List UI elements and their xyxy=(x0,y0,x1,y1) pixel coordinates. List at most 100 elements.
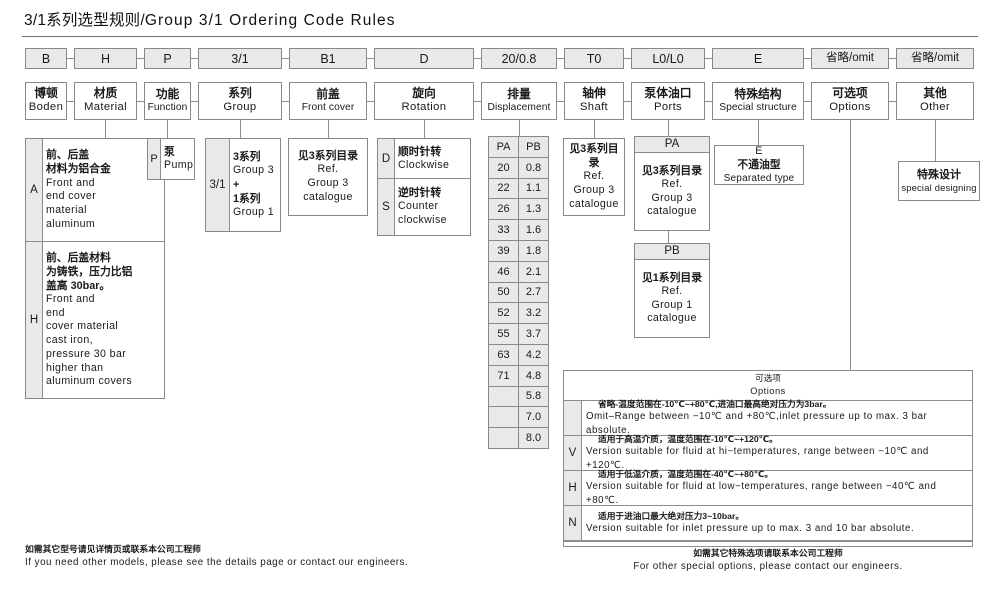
options-table-footer-cn: 如需其它特殊选项请联系本公司工程师 xyxy=(693,548,843,559)
field-other: 其他 Other xyxy=(896,82,974,120)
field-special-structure-en: Special structure xyxy=(719,101,797,113)
field-boden: 博顿 Boden xyxy=(25,82,67,120)
field-displacement-cn: 排量 xyxy=(507,87,531,102)
options-row-code: V xyxy=(564,436,582,470)
rotation-text-S: 逆时针转 Counter clockwise xyxy=(398,187,447,227)
code-box-shaft[interactable]: T0 xyxy=(564,48,624,69)
field-shaft-en: Shaft xyxy=(579,101,609,114)
options-table-header-cn: 可选项 xyxy=(755,373,781,384)
options-row-text-en: Version suitable for fluid at low−temper… xyxy=(586,481,937,507)
options-row[interactable]: N 适用于进油口最大绝对压力3~10bar。 Version suitable fo… xyxy=(564,506,972,541)
page-title: 3/1系列选型规则/Group 3/1 Ordering Code Rules xyxy=(24,8,396,30)
rotation-code-S: S xyxy=(378,179,395,235)
displacement-cell: 1.6 xyxy=(518,219,549,241)
code-box-rotation[interactable]: D xyxy=(374,48,474,69)
drop-line-other xyxy=(935,120,936,161)
shaft-detail-panel: 见3系列目录 Ref. Group 3 catalogue xyxy=(563,138,625,216)
front-cover-detail-panel: 见3系列目录 Ref. Group 3 catalogue xyxy=(288,138,368,216)
field-group: 系列 Group xyxy=(198,82,282,120)
displacement-cell: 52 xyxy=(488,302,519,325)
displacement-cell: 39 xyxy=(488,240,519,262)
ports-pa-body: 见3系列目录 Ref. Group 3 catalogue xyxy=(634,153,710,231)
options-row-text-cn: 适用于高温介质，温度范围在-10℃~+120℃。 xyxy=(598,433,778,444)
code-box-options[interactable]: 省略/omit xyxy=(811,48,889,69)
options-table-header: 可选项 Options xyxy=(564,371,972,401)
field-connector xyxy=(137,101,144,102)
drop-line-special xyxy=(758,120,759,145)
material-text-A: 前、后盖 材料为铝合金 Front and end cover material… xyxy=(46,149,111,230)
field-group-en: Group xyxy=(223,101,257,114)
group-code-col: 3/1 xyxy=(206,139,230,231)
code-box-material[interactable]: H xyxy=(74,48,137,69)
code-connector xyxy=(889,58,896,59)
options-row[interactable]: H 适用于低温介质，温度范围在-40℃~+80℃。 Version suitable… xyxy=(564,469,972,507)
field-ports-en: Ports xyxy=(653,101,683,114)
code-box-front-cover[interactable]: B1 xyxy=(289,48,367,69)
field-connector xyxy=(804,101,811,102)
displacement-cell: 8.0 xyxy=(518,427,549,449)
displacement-header-pa: PA xyxy=(488,136,519,158)
options-row-text: 适用于高温介质，温度范围在-10℃~+120℃。 Version suitable… xyxy=(582,433,972,472)
field-rotation-cn: 旋向 xyxy=(412,86,436,101)
displacement-cell: 46 xyxy=(488,260,519,283)
drop-line-group xyxy=(240,120,241,138)
options-table-footer: 如需其它特殊选项请联系本公司工程师 For other special optio… xyxy=(564,541,972,579)
code-connector xyxy=(191,58,198,59)
ports-pa-header: PA xyxy=(634,136,710,153)
code-box-group[interactable]: 3/1 xyxy=(198,48,282,69)
options-row[interactable]: V 适用于高温介质，温度范围在-10℃~+120℃。 Version suitabl… xyxy=(564,433,972,472)
field-other-cn: 其他 xyxy=(923,86,947,101)
displacement-cell: 2.1 xyxy=(518,260,549,283)
code-box-other[interactable]: 省略/omit xyxy=(896,48,974,69)
options-row-code xyxy=(564,401,582,435)
code-box-special[interactable]: E xyxy=(712,48,804,69)
displacement-cell xyxy=(488,385,519,408)
drop-line-function xyxy=(167,120,168,138)
field-front-cover: 前盖 Front cover xyxy=(289,82,367,120)
code-box-boden[interactable]: B xyxy=(25,48,67,69)
displacement-cell xyxy=(488,406,519,429)
field-material-en: Material xyxy=(84,101,127,114)
field-material-cn: 材质 xyxy=(93,86,118,101)
material-code-col-H: H xyxy=(26,242,43,398)
displacement-cell: 33 xyxy=(488,219,519,241)
displacement-table: PA PB 20 0.8 22 1.1 26 1.3 33 1.6 39 1.8 46 2.1 50 2.7 5… xyxy=(488,136,550,449)
displacement-cell: 20 xyxy=(488,156,519,179)
displacement-cell: 22 xyxy=(488,177,519,200)
field-displacement-en: Displacement xyxy=(487,101,551,113)
displacement-cell: 3.2 xyxy=(518,302,549,325)
code-box-function[interactable]: P xyxy=(144,48,191,69)
field-connector xyxy=(191,101,198,102)
special-structure-detail-panel: E 不通油型 Separated type xyxy=(714,145,804,185)
field-connector xyxy=(67,101,74,102)
code-connector xyxy=(282,58,289,59)
options-row-code: H xyxy=(564,471,582,505)
options-row-text: 省略-温度范围在-10℃~+80℃,进油口最高绝对压力为3bar。 Omit–Ra… xyxy=(582,399,972,437)
drop-line-displacement xyxy=(519,120,520,136)
field-group-cn: 系列 xyxy=(228,86,252,101)
field-front-cover-en: Front cover xyxy=(301,101,355,113)
drop-line-material xyxy=(105,120,106,138)
code-connector xyxy=(137,58,144,59)
field-boden-en: Boden xyxy=(28,101,64,114)
field-shaft-cn: 轴伸 xyxy=(582,86,606,101)
code-box-displacement[interactable]: 20/0.8 xyxy=(481,48,557,69)
code-box-ports[interactable]: L0/L0 xyxy=(631,48,705,69)
field-rotation-en: Rotation xyxy=(401,101,447,114)
drop-line-options xyxy=(850,120,851,370)
field-connector xyxy=(367,101,374,102)
field-connector xyxy=(282,101,289,102)
options-row[interactable]: 省略-温度范围在-10℃~+80℃,进油口最高绝对压力为3bar。 Omit–Ra… xyxy=(564,399,972,437)
field-front-cover-cn: 前盖 xyxy=(316,87,340,102)
displacement-cell: 2.7 xyxy=(518,281,549,304)
displacement-cell: 1.1 xyxy=(518,177,549,200)
field-boden-cn: 博顿 xyxy=(34,86,58,101)
field-other-en: Other xyxy=(919,101,950,114)
field-ports-cn: 泵体油口 xyxy=(644,86,692,101)
field-options-cn: 可选项 xyxy=(832,86,868,101)
displacement-cell: 71 xyxy=(488,364,519,387)
displacement-cell: 3.7 xyxy=(518,323,549,345)
footer-note: 如需其它型号请见详情页或联系本公司工程师 If you need other m… xyxy=(25,543,455,571)
options-table-header-en: Options xyxy=(750,386,786,397)
field-connector xyxy=(557,101,564,102)
